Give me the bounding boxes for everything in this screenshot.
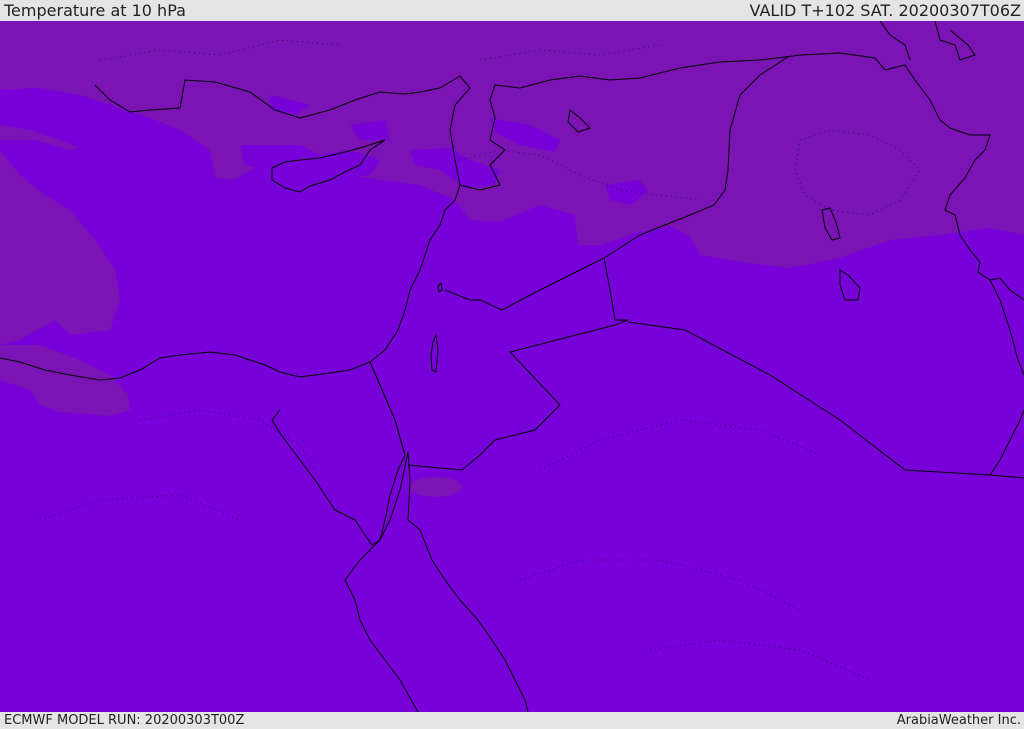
valid-time: VALID T+102 SAT. 20200307T06Z bbox=[749, 1, 1021, 20]
footer-bar: ECMWF MODEL RUN: 20200303T00Z ArabiaWeat… bbox=[0, 712, 1024, 729]
map-title: Temperature at 10 hPa bbox=[4, 1, 186, 20]
credit-label: ArabiaWeather Inc. bbox=[896, 713, 1021, 728]
model-run-label: ECMWF MODEL RUN: 20200303T00Z bbox=[4, 713, 245, 728]
weather-map[interactable] bbox=[0, 21, 1024, 712]
header-bar: Temperature at 10 hPa VALID T+102 SAT. 2… bbox=[0, 0, 1024, 21]
map-canvas bbox=[0, 21, 1024, 712]
